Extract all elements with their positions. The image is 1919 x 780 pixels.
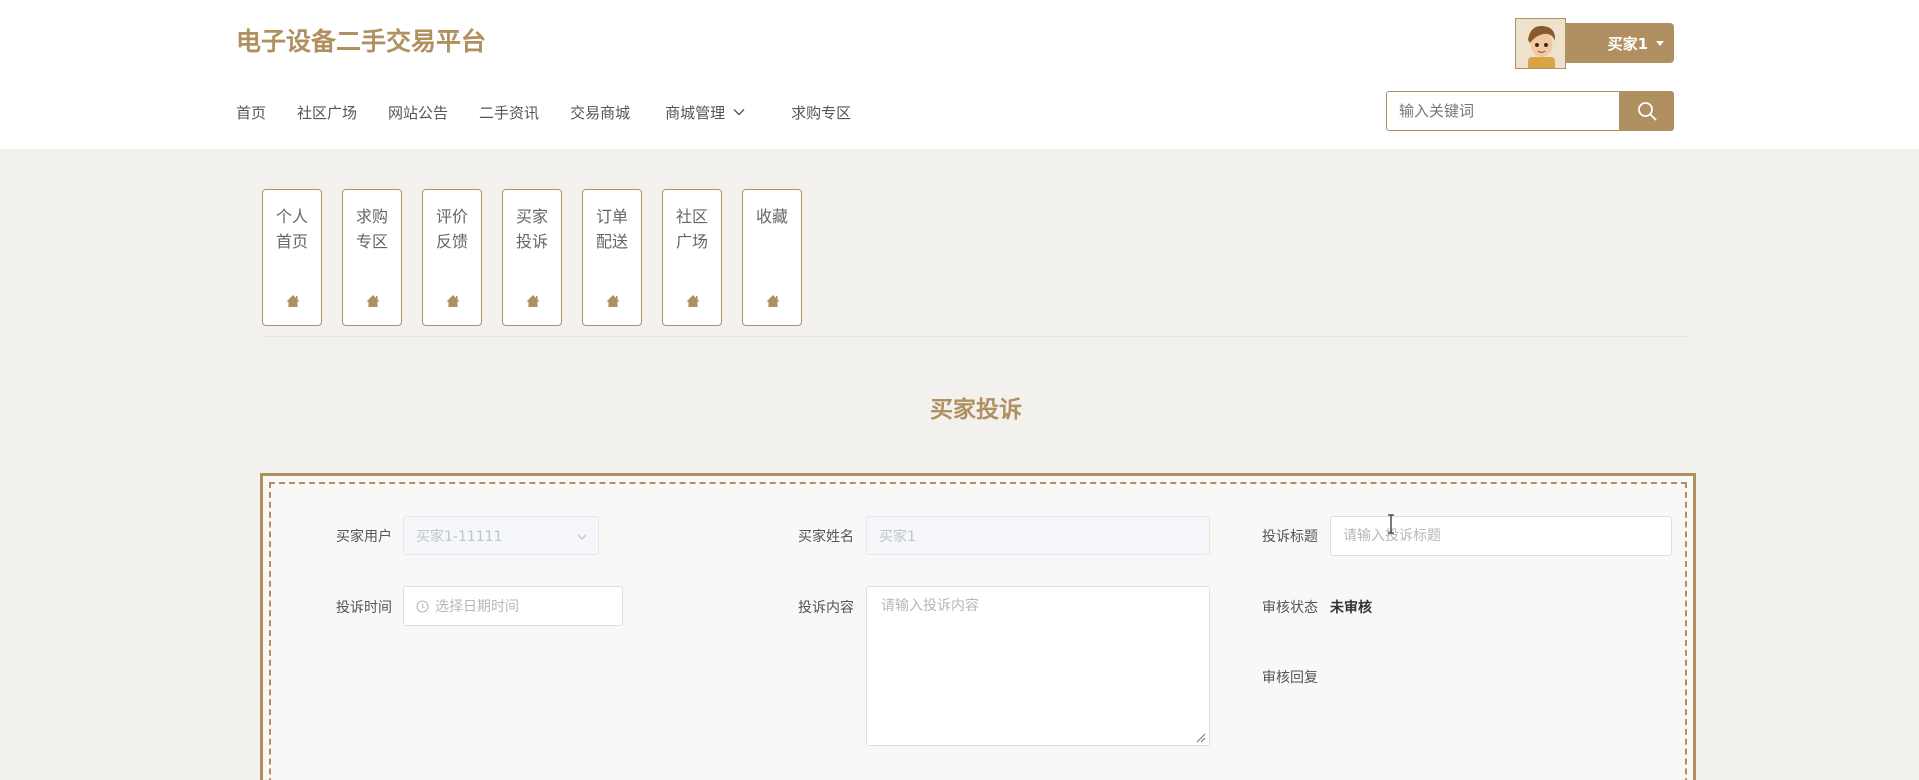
review-status-label: 审核状态 xyxy=(1262,600,1318,616)
user-dropdown-button[interactable]: 买家1 xyxy=(1566,23,1674,63)
tile-favorites[interactable]: 收藏 xyxy=(742,189,802,326)
user-name: 买家1 xyxy=(1607,34,1648,53)
avatar-image xyxy=(1516,18,1565,68)
nav-home[interactable]: 首页 xyxy=(236,102,266,123)
clock-icon xyxy=(416,599,429,613)
home-icon xyxy=(366,295,380,307)
buyer-name-label: 买家姓名 xyxy=(798,529,854,545)
tile-label: 求购专区 xyxy=(355,207,388,251)
nav-home-label: 首页 xyxy=(236,103,267,122)
complaint-content-textarea[interactable] xyxy=(866,586,1210,746)
buyer-user-label: 买家用户 xyxy=(336,529,392,545)
nav-announcements-label: 网站公告 xyxy=(388,103,449,122)
nav-mall-management-label: 商城管理 xyxy=(665,103,726,122)
tile-label: 评价反馈 xyxy=(435,207,468,251)
tile-reviews[interactable]: 评价反馈 xyxy=(422,189,482,326)
complaint-title-label: 投诉标题 xyxy=(1262,529,1318,545)
tile-label: 订单配送 xyxy=(595,207,628,251)
header: 电子设备二手交易平台 首页 社区广场 网站公告 二手资讯 交易商城 商城管理 求… xyxy=(0,0,1919,149)
divider xyxy=(262,336,1690,337)
tile-community[interactable]: 社区广场 xyxy=(662,189,722,326)
review-status-value: 未审核 xyxy=(1330,600,1372,616)
buyer-name-value: 买家1 xyxy=(879,528,916,545)
tile-label: 个人首页 xyxy=(275,207,308,251)
complaint-content-label: 投诉内容 xyxy=(798,600,854,616)
nav-announcements[interactable]: 网站公告 xyxy=(388,102,448,123)
tile-label: 社区广场 xyxy=(675,207,708,251)
tile-personal-home[interactable]: 个人首页 xyxy=(262,189,322,326)
search-icon xyxy=(1637,102,1656,121)
complaint-time-label: 投诉时间 xyxy=(336,600,392,616)
user-center-menu: 个人首页 求购专区 评价反馈 买家投诉 订单配送 社区广场 收藏 xyxy=(262,189,822,326)
home-icon xyxy=(286,295,300,307)
user-menu[interactable]: 买家1 xyxy=(1515,17,1674,69)
nav-mall[interactable]: 交易商城 xyxy=(570,102,630,123)
nav-mall-label: 交易商城 xyxy=(570,103,631,122)
buyer-user-select[interactable]: 买家1-11111 xyxy=(403,516,599,555)
home-icon xyxy=(446,295,460,307)
resize-handle-icon[interactable] xyxy=(1195,732,1206,743)
nav-news[interactable]: 二手资讯 xyxy=(479,102,539,123)
review-reply-label: 审核回复 xyxy=(1262,670,1318,686)
caret-down-icon xyxy=(1656,40,1664,46)
site-title: 电子设备二手交易平台 xyxy=(236,27,487,56)
page-title: 买家投诉 xyxy=(930,397,1022,423)
chevron-down-icon xyxy=(577,534,587,540)
tile-wanted[interactable]: 求购专区 xyxy=(342,189,402,326)
buyer-user-value: 买家1-11111 xyxy=(416,528,503,545)
home-icon xyxy=(526,295,540,307)
home-icon xyxy=(766,295,780,307)
nav-community[interactable]: 社区广场 xyxy=(297,102,357,123)
chevron-down-icon xyxy=(733,109,745,116)
complaint-title-input[interactable] xyxy=(1330,516,1672,556)
search-bar xyxy=(1386,91,1674,131)
tile-order-delivery[interactable]: 订单配送 xyxy=(582,189,642,326)
tile-buyer-complaint[interactable]: 买家投诉 xyxy=(502,189,562,326)
home-icon xyxy=(686,295,700,307)
complaint-time-picker[interactable]: 选择日期时间 xyxy=(403,586,623,626)
text-cursor-icon xyxy=(1388,514,1394,534)
tile-label: 收藏 xyxy=(755,207,788,226)
tile-label: 买家投诉 xyxy=(515,207,548,251)
nav-news-label: 二手资讯 xyxy=(479,103,540,122)
buyer-name-field[interactable]: 买家1 xyxy=(866,516,1210,555)
complaint-time-placeholder: 选择日期时间 xyxy=(435,599,519,615)
main-nav: 首页 社区广场 网站公告 二手资讯 交易商城 商城管理 求购专区 xyxy=(236,100,882,124)
avatar[interactable] xyxy=(1515,17,1566,69)
home-icon xyxy=(606,295,620,307)
search-input[interactable] xyxy=(1386,91,1619,131)
nav-wanted-label: 求购专区 xyxy=(791,103,852,122)
nav-community-label: 社区广场 xyxy=(297,103,358,122)
search-button[interactable] xyxy=(1619,91,1674,131)
nav-mall-management[interactable]: 商城管理 xyxy=(665,102,746,123)
nav-wanted[interactable]: 求购专区 xyxy=(791,102,851,123)
